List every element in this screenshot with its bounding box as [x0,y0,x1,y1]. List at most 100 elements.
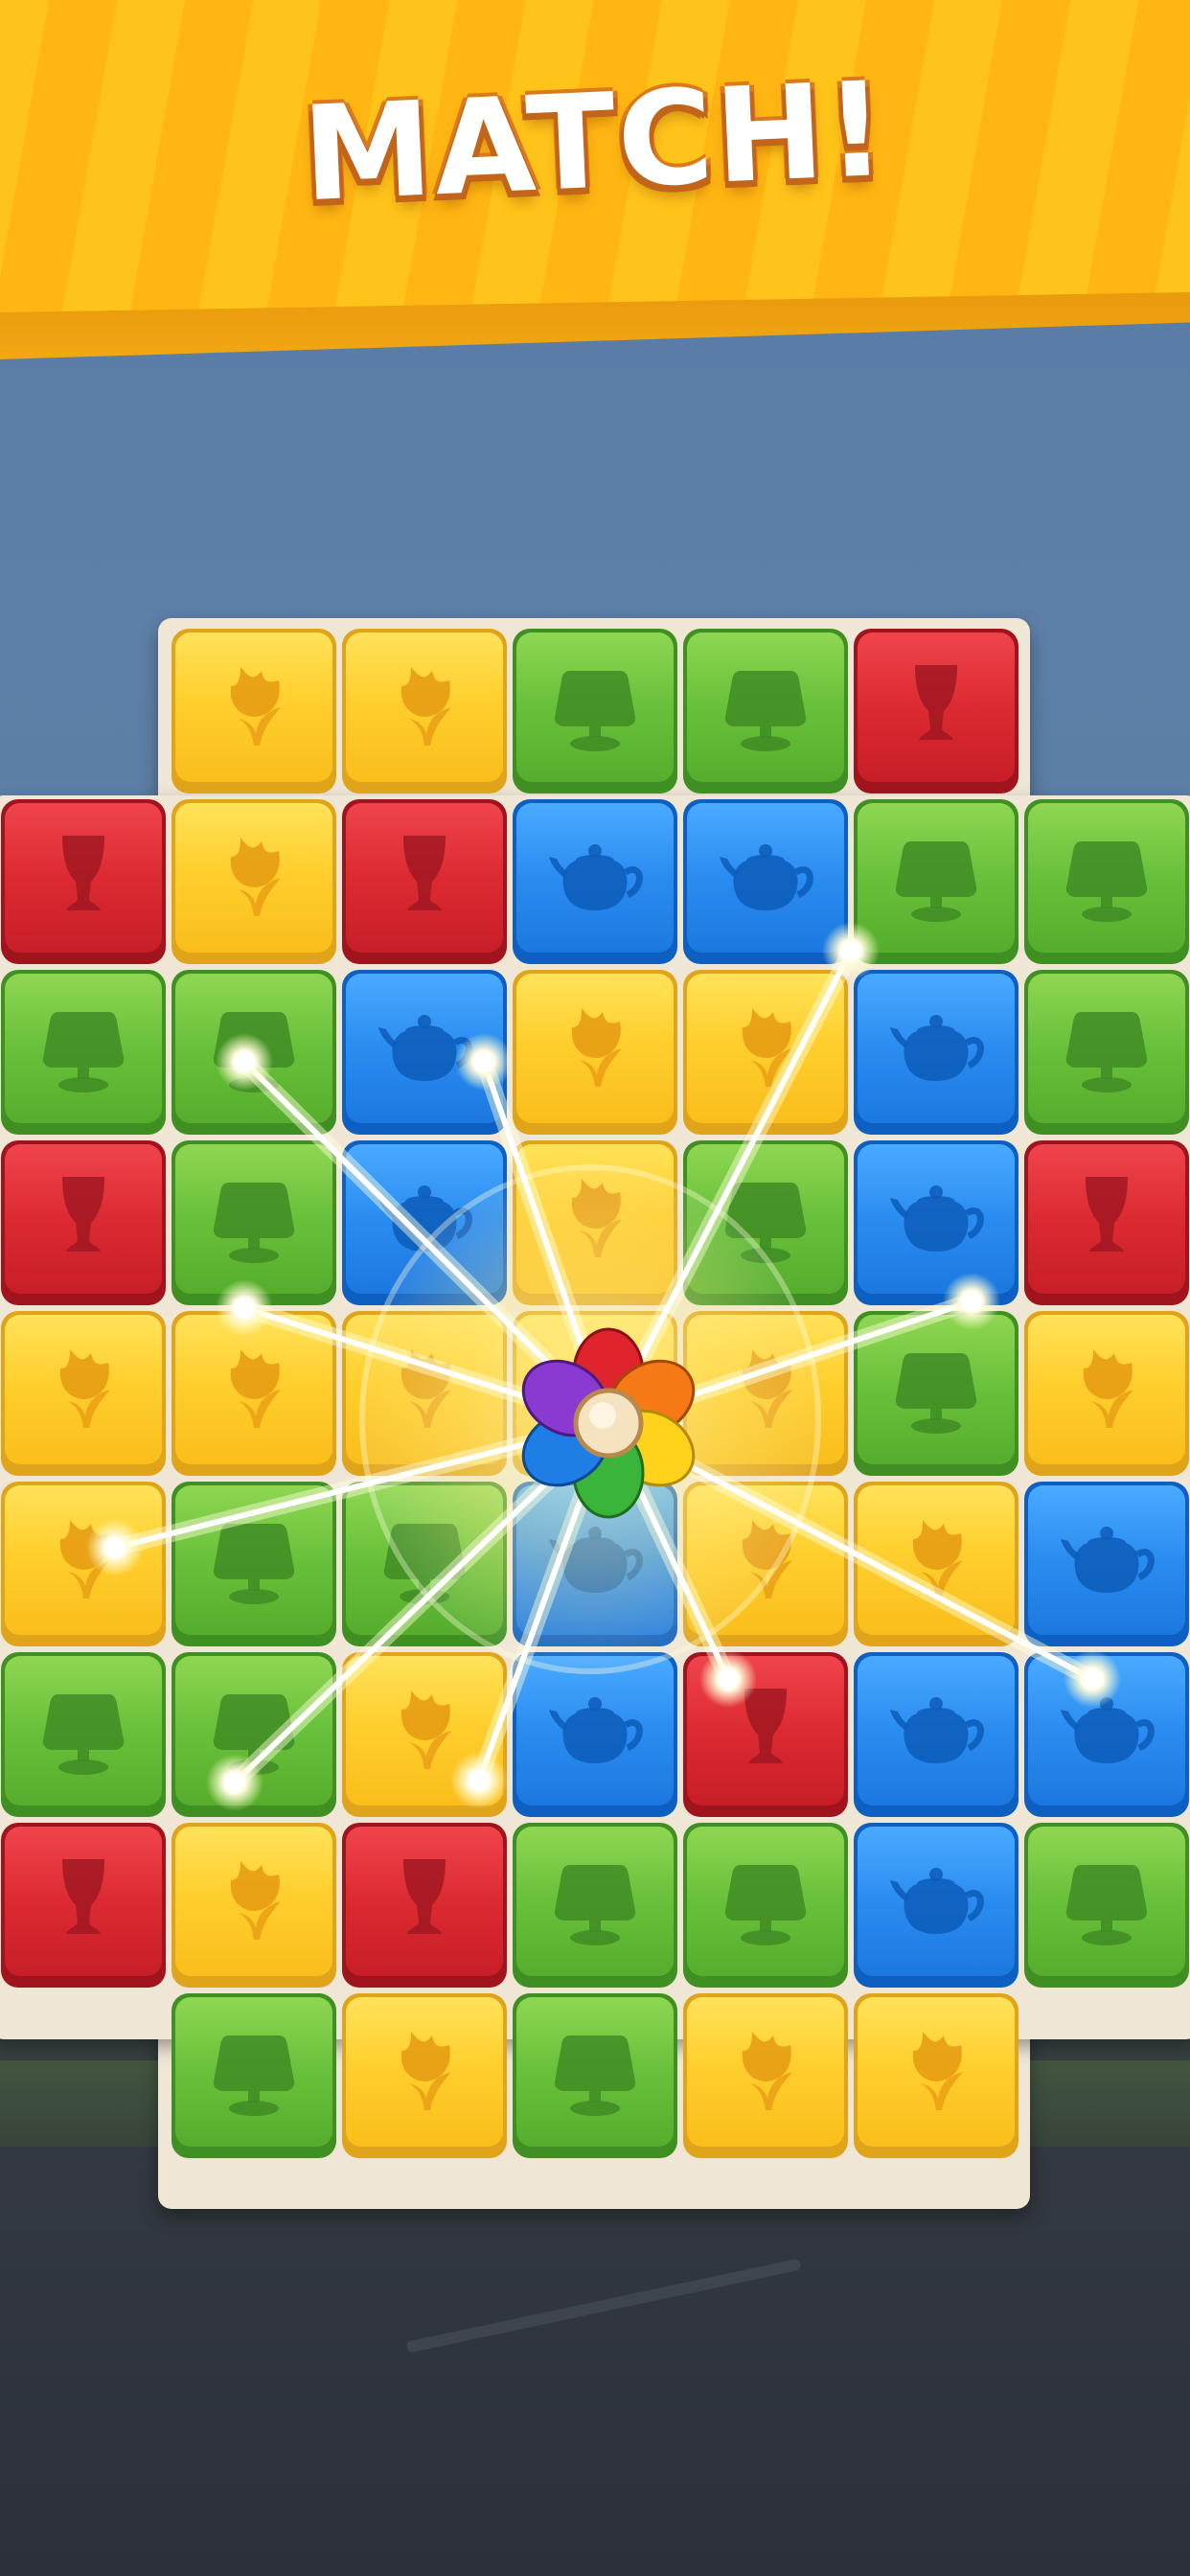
tile-tulip-icon[interactable] [172,799,336,964]
tile-teapot-icon[interactable] [513,1652,677,1817]
tile-tulip-icon[interactable] [1,1311,166,1476]
vase-icon [744,1689,787,1763]
tile-teapot-icon[interactable] [342,970,507,1135]
lamp-icon [1065,841,1148,922]
tile-tulip-icon[interactable] [342,629,507,794]
tile-vase-icon[interactable] [683,1652,848,1817]
teapot-icon [378,1015,472,1081]
tile-tulip-icon[interactable] [683,1311,848,1476]
tile-tulip-icon[interactable] [854,1993,1018,2158]
tile-vase-icon[interactable] [342,799,507,964]
tile-teapot-icon[interactable] [683,799,848,964]
tulip-icon [742,1349,792,1428]
teapot-icon [890,1015,984,1081]
lamp-icon [554,671,636,751]
tile-teapot-icon[interactable] [854,1140,1018,1305]
tile-tulip-icon[interactable] [513,1140,677,1305]
tile-teapot-icon[interactable] [1024,1652,1189,1817]
tile-lamp-icon[interactable] [513,1993,677,2158]
lamp-icon [1065,1012,1148,1092]
tile-lamp-icon[interactable] [172,1993,336,2158]
tile-teapot-icon[interactable] [513,1482,677,1646]
vase-icon [62,1859,104,1934]
lamp-icon [213,1012,295,1092]
tulip-icon [59,1349,110,1428]
tile-tulip-icon[interactable] [854,1482,1018,1646]
tile-tulip-icon[interactable] [172,629,336,794]
tulip-icon [230,667,281,746]
tile-tulip-icon[interactable] [342,1311,507,1476]
tulip-icon [912,2032,963,2110]
tile-lamp-icon[interactable] [854,799,1018,964]
tile-teapot-icon[interactable] [342,1140,507,1305]
teapot-icon [549,1527,643,1593]
tulip-icon [571,1349,622,1428]
tile-tulip-icon[interactable] [342,1652,507,1817]
teapot-icon [890,1868,984,1934]
tile-lamp-icon[interactable] [172,1652,336,1817]
tile-tulip-icon[interactable] [1,1482,166,1646]
tile-tulip-icon[interactable] [1024,1311,1189,1476]
tile-teapot-icon[interactable] [854,970,1018,1135]
tile-vase-icon[interactable] [342,1823,507,1988]
teapot-icon [1061,1527,1155,1593]
tile-tulip-icon[interactable] [683,1482,848,1646]
lamp-icon [895,841,977,922]
tile-lamp-icon[interactable] [683,1140,848,1305]
tile-tulip-icon[interactable] [342,1993,507,2158]
teapot-icon [549,844,643,910]
tile-lamp-icon[interactable] [172,1140,336,1305]
teapot-icon [549,1697,643,1763]
game-board [0,0,1190,2576]
tile-teapot-icon[interactable] [854,1823,1018,1988]
tile-vase-icon[interactable] [1,1140,166,1305]
tile-tulip-icon[interactable] [513,970,677,1135]
tile-lamp-icon[interactable] [854,1311,1018,1476]
tile-teapot-icon[interactable] [1024,1482,1189,1646]
tile-lamp-icon[interactable] [172,1482,336,1646]
tile-teapot-icon[interactable] [513,799,677,964]
teapot-icon [890,1185,984,1252]
tile-lamp-icon[interactable] [1,1652,166,1817]
tile-lamp-icon[interactable] [172,970,336,1135]
tile-tulip-icon[interactable] [172,1823,336,1988]
vase-icon [1086,1177,1128,1252]
tile-tulip-icon[interactable] [683,1993,848,2158]
lamp-icon [895,1353,977,1434]
tulip-icon [742,1008,792,1087]
teapot-icon [890,1697,984,1763]
tile-vase-icon[interactable] [1,799,166,964]
tile-lamp-icon[interactable] [342,1482,507,1646]
lamp-icon [724,671,807,751]
tulip-icon [230,838,281,916]
tile-lamp-icon[interactable] [1024,1823,1189,1988]
tile-lamp-icon[interactable] [1,970,166,1135]
tile-vase-icon[interactable] [1,1823,166,1988]
vase-icon [403,1859,446,1934]
lamp-icon [213,1694,295,1775]
tile-lamp-icon[interactable] [513,629,677,794]
tile-tulip-icon[interactable] [513,1311,677,1476]
tulip-icon [400,1690,451,1769]
tulip-icon [59,1520,110,1598]
tulip-icon [400,667,451,746]
tile-lamp-icon[interactable] [683,629,848,794]
lamp-icon [554,2036,636,2116]
tile-lamp-icon[interactable] [683,1823,848,1988]
tulip-icon [742,2032,792,2110]
tile-tulip-icon[interactable] [683,970,848,1135]
lamp-icon [42,1694,125,1775]
tile-lamp-icon[interactable] [1024,970,1189,1135]
tile-vase-icon[interactable] [854,629,1018,794]
tile-lamp-icon[interactable] [513,1823,677,1988]
lamp-icon [213,1183,295,1263]
lamp-icon [213,1524,295,1604]
tile-vase-icon[interactable] [1024,1140,1189,1305]
tulip-icon [400,2032,451,2110]
tile-lamp-icon[interactable] [1024,799,1189,964]
tulip-icon [571,1008,622,1087]
tulip-icon [912,1520,963,1598]
tile-tulip-icon[interactable] [172,1311,336,1476]
tulip-icon [742,1520,792,1598]
tile-teapot-icon[interactable] [854,1652,1018,1817]
